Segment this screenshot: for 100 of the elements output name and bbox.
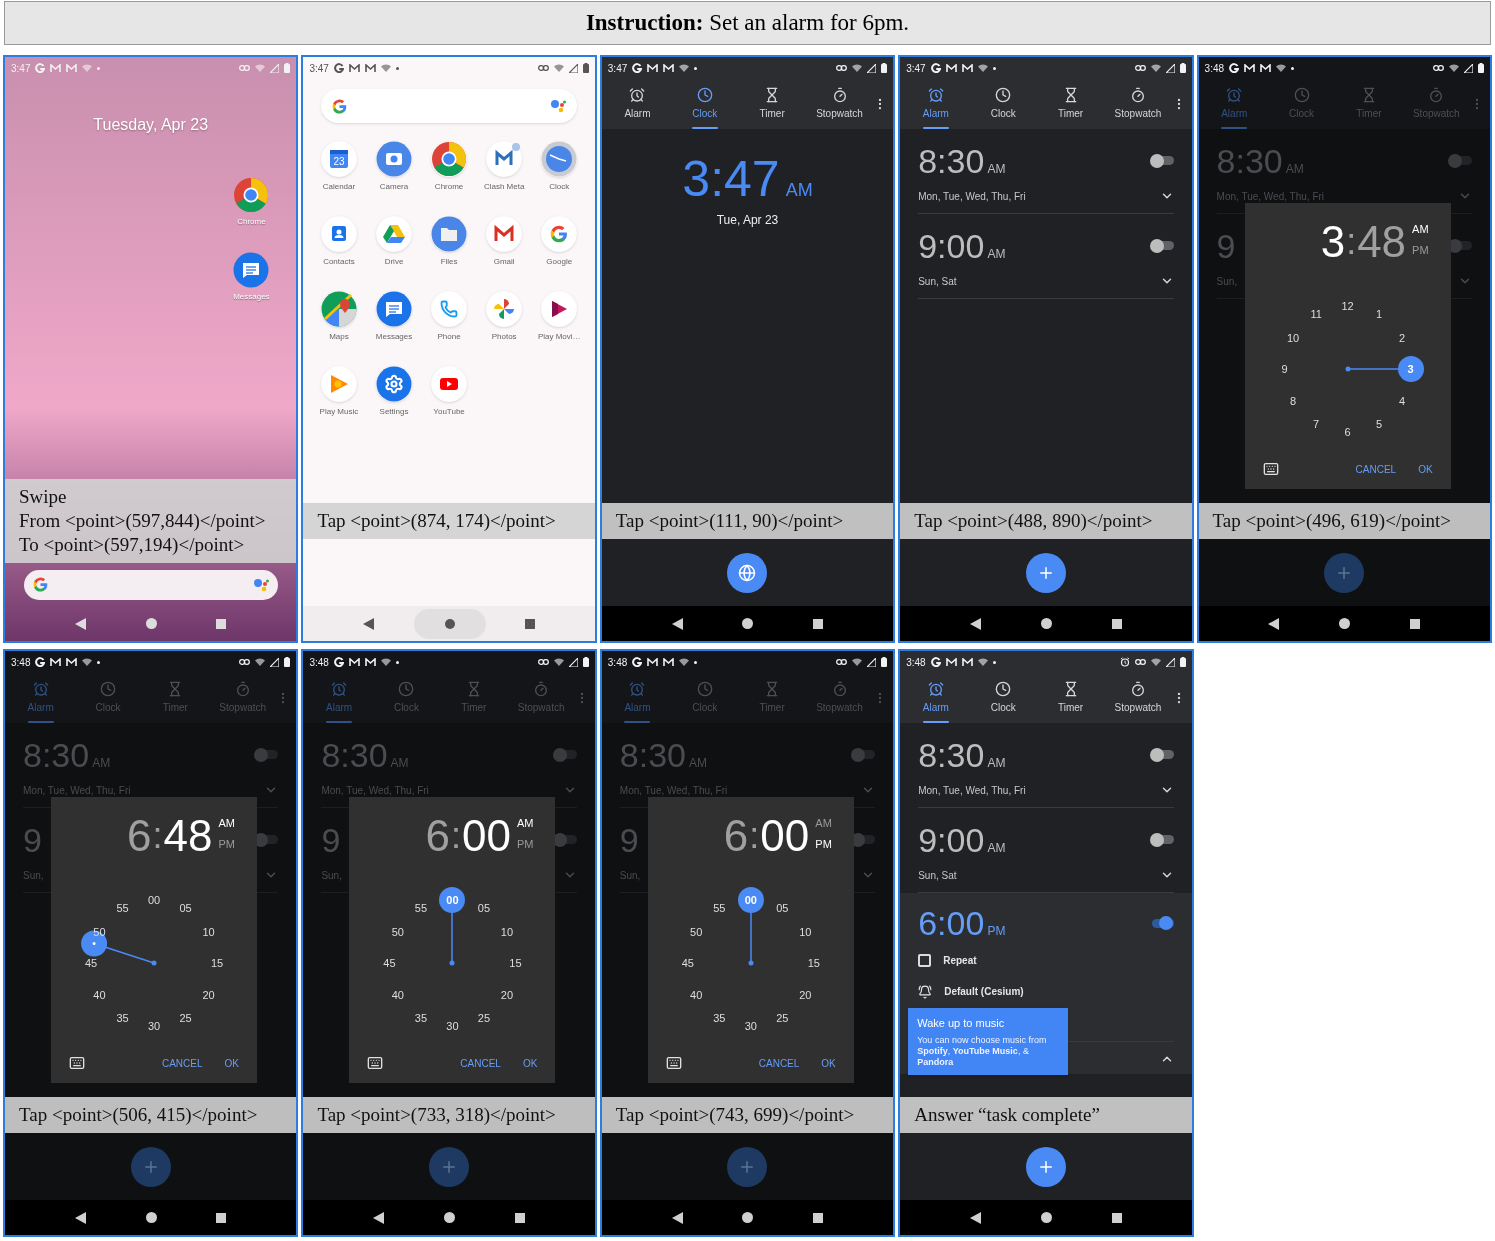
recents-icon[interactable]: [525, 618, 536, 629]
dial-number[interactable]: 45: [84, 957, 98, 969]
home-icon[interactable]: [444, 1212, 456, 1223]
clock-app-icon[interactable]: [541, 141, 578, 177]
clock-hand[interactable]: [737, 887, 764, 966]
messages-app-icon[interactable]: [233, 252, 270, 288]
dial-number[interactable]: 20: [202, 989, 215, 1000]
dial-number[interactable]: 10: [500, 926, 514, 937]
files-app-icon[interactable]: [431, 216, 468, 252]
toggle-switch[interactable]: [1149, 747, 1174, 762]
recents-icon[interactable]: [216, 618, 227, 629]
dial-number[interactable]: 4: [1399, 395, 1406, 406]
checkbox[interactable]: [918, 954, 932, 967]
cancel-button[interactable]: CANCEL: [758, 1055, 800, 1071]
dial-number[interactable]: 30: [744, 1020, 757, 1032]
search-bar[interactable]: [23, 569, 278, 600]
keyboard-icon[interactable]: [367, 1055, 384, 1071]
clock-hand[interactable]: [439, 887, 466, 966]
dial-number[interactable]: 40: [93, 989, 106, 1000]
hour-display[interactable]: 3: [1320, 217, 1346, 267]
dial-number[interactable]: 40: [690, 989, 703, 1000]
tab[interactable]: Alarm: [902, 673, 970, 723]
back-icon[interactable]: [970, 617, 982, 630]
hour-display[interactable]: 6: [425, 811, 450, 861]
toggle-switch[interactable]: [1448, 153, 1472, 168]
app-label[interactable]: Play Music: [319, 406, 359, 418]
chrome-app-icon[interactable]: [431, 141, 468, 177]
recents-icon[interactable]: [813, 618, 824, 629]
app-label[interactable]: Gmail: [493, 256, 515, 268]
dial-number[interactable]: 20: [500, 989, 514, 1000]
assistant-icon[interactable]: [548, 98, 567, 114]
app-label[interactable]: Photos: [491, 331, 517, 343]
alarm-time[interactable]: 8:30: [918, 138, 985, 183]
dial-number[interactable]: 35: [414, 1012, 427, 1024]
ok-button[interactable]: OK: [821, 1055, 836, 1071]
assistant-icon[interactable]: [251, 576, 270, 593]
home-icon[interactable]: [145, 1212, 157, 1223]
chrome-app-icon[interactable]: [233, 177, 270, 213]
app-label[interactable]: Settings: [379, 406, 409, 418]
playmovies-app-icon[interactable]: [541, 291, 578, 327]
dial-number[interactable]: 8: [1289, 395, 1297, 406]
checkbox-label[interactable]: Repeat: [943, 953, 977, 968]
dial-number[interactable]: 15: [210, 957, 224, 969]
dial-number[interactable]: 10: [1286, 332, 1300, 343]
tab[interactable]: Alarm: [603, 79, 672, 129]
back-icon[interactable]: [671, 617, 683, 630]
home-icon[interactable]: [742, 618, 754, 629]
app-label[interactable]: Chrome: [434, 181, 464, 193]
photos-app-icon[interactable]: [486, 291, 523, 327]
tab[interactable]: Timer: [1036, 673, 1105, 723]
alarm-time[interactable]: 6:00: [918, 901, 985, 945]
camera-app-icon[interactable]: [376, 141, 412, 177]
dial-number[interactable]: 11: [1310, 308, 1322, 320]
add-alarm-button[interactable]: [1025, 552, 1066, 593]
tab[interactable]: Stopwatch: [805, 79, 874, 129]
cancel-button[interactable]: CANCEL: [161, 1055, 203, 1071]
dial-number[interactable]: 25: [776, 1012, 789, 1024]
tab[interactable]: Clock: [969, 79, 1037, 129]
alarm-time[interactable]: 8:30: [918, 732, 985, 777]
dial-number[interactable]: 50: [391, 926, 404, 937]
ringtone-label[interactable]: Default (Cesium): [944, 984, 1024, 999]
toggle-switch[interactable]: [254, 747, 279, 762]
recents-icon[interactable]: [813, 1212, 824, 1223]
clock-hand[interactable]: [1345, 356, 1424, 382]
toggle-switch[interactable]: [552, 747, 577, 762]
ok-button[interactable]: OK: [1418, 461, 1433, 477]
cancel-button[interactable]: CANCEL: [460, 1055, 501, 1071]
dial-number[interactable]: 50: [690, 926, 703, 937]
home-button[interactable]: [413, 608, 486, 639]
app-label[interactable]: Play Movi…: [537, 331, 581, 343]
keyboard-icon[interactable]: [665, 1055, 682, 1071]
dial-number[interactable]: 30: [147, 1020, 161, 1032]
clock-hand[interactable]: [81, 930, 157, 966]
recents-icon[interactable]: [1111, 1212, 1122, 1223]
dial-number[interactable]: 12: [1341, 300, 1354, 312]
dial-number[interactable]: 25: [179, 1012, 192, 1024]
drive-app-icon[interactable]: [376, 216, 412, 252]
period-option[interactable]: AM: [516, 815, 534, 832]
tab[interactable]: Stopwatch: [1104, 79, 1172, 129]
tab[interactable]: Clock: [969, 673, 1037, 723]
minute-display[interactable]: 00: [461, 811, 511, 861]
alarm-time[interactable]: 9:00: [918, 223, 985, 268]
music-tooltip[interactable]: Wake up to music You can now choose music from Spotify, YouTube Music, & Pandora: [908, 1008, 1069, 1075]
dial-number[interactable]: 30: [446, 1020, 459, 1032]
dial-number[interactable]: 40: [391, 989, 404, 1000]
period-option[interactable]: PM: [218, 835, 235, 852]
period-option[interactable]: AM: [815, 815, 832, 832]
toggle-switch[interactable]: [1149, 832, 1174, 847]
back-icon[interactable]: [671, 1211, 683, 1224]
minute-display[interactable]: 00: [760, 811, 810, 861]
youtube-app-icon[interactable]: [431, 366, 468, 402]
maps-app-icon[interactable]: [320, 291, 357, 327]
dial-number[interactable]: 05: [179, 902, 192, 914]
tab[interactable]: Clock: [671, 79, 739, 129]
dial-number[interactable]: 55: [116, 902, 129, 914]
calendar-app-icon[interactable]: 23: [320, 141, 357, 177]
app-label[interactable]: Camera: [379, 181, 409, 193]
app-label[interactable]: Clash Meta: [483, 181, 525, 193]
cancel-button[interactable]: CANCEL: [1355, 461, 1397, 477]
period-option[interactable]: PM: [516, 835, 534, 852]
